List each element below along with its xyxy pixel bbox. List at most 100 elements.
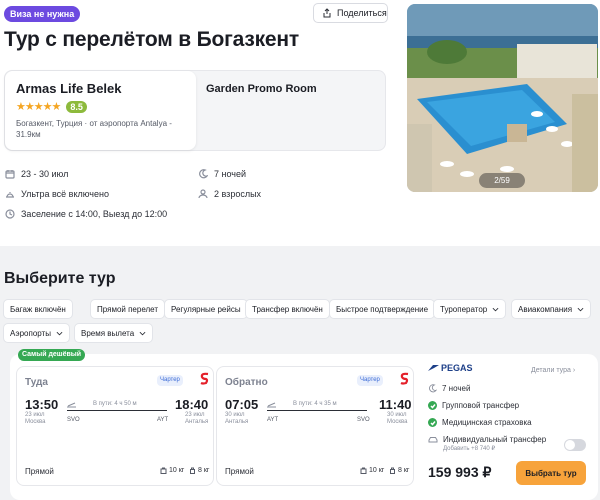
photo-counter: 2/59: [479, 173, 525, 188]
plane-takeoff-icon: [267, 402, 276, 408]
individual-transfer-option: Индивидуальный трансфер Добавить +8 740 …: [428, 435, 546, 452]
filter-label: Регулярные рейсы: [171, 304, 241, 314]
filter-fast-confirmation[interactable]: Быстрое подтверждение: [329, 299, 436, 319]
hand-luggage-weight: 8 кг: [198, 467, 210, 474]
hotel-card: Armas Life Belek ★★★★★ 8.5 Богазкент, Ту…: [4, 70, 386, 151]
departure-time: 07:05: [225, 397, 259, 412]
tour-details-link[interactable]: Детали тура ›: [531, 367, 575, 374]
flight-type: Прямой: [225, 467, 254, 476]
filter-airports[interactable]: Аэропорты: [3, 323, 70, 343]
offer-nights-text: 7 ночей: [442, 384, 471, 393]
feature-text: Медицинская страховка: [442, 418, 532, 427]
baggage-info: 10 кг: [360, 467, 384, 474]
nights-text: 7 ночей: [214, 169, 247, 179]
car-icon: [428, 437, 438, 443]
luggage-icon: [360, 467, 367, 474]
check-icon: [428, 401, 437, 410]
hand-luggage-weight: 8 кг: [398, 467, 410, 474]
departure-date: 30 июл: [225, 412, 245, 418]
tour-header-section: Виза не нужна Поделиться Тур с перелётом…: [0, 0, 600, 246]
arrival-date: 30 июл: [387, 412, 407, 418]
rating-badge: 8.5: [66, 100, 87, 113]
guests-info: 2 взрослых: [198, 189, 261, 199]
charter-badge: Чартер: [357, 375, 383, 386]
filter-label: Время вылета: [81, 328, 135, 338]
hotel-location-distance: 31.9км: [16, 130, 41, 139]
filter-regular-flights[interactable]: Регулярные рейсы: [164, 299, 248, 319]
arrival-airport: SVO: [357, 417, 370, 423]
filter-label: Багаж включён: [10, 304, 66, 314]
departure-time: 13:50: [25, 397, 59, 412]
arrival-city: Москва: [387, 419, 408, 425]
filter-label: Быстрое подтверждение: [336, 304, 429, 314]
flight-direction: Туда: [25, 377, 48, 388]
flight-direction: Обратно: [225, 377, 268, 388]
share-button[interactable]: Поделиться: [313, 3, 388, 23]
page-title: Тур с перелётом в Богазкент: [4, 28, 299, 51]
choose-tour-button[interactable]: Выбрать тур: [516, 461, 586, 485]
meal-text: Ультра всё включено: [21, 189, 109, 199]
meal-icon: [6, 192, 14, 198]
calendar-icon: [5, 170, 15, 179]
hand-luggage-icon: [390, 467, 395, 474]
filter-label: Аэропорты: [10, 328, 51, 338]
departure-city: Анталья: [225, 419, 249, 425]
charter-badge: Чартер: [157, 375, 183, 386]
chevron-right-icon: ›: [572, 367, 576, 374]
hand-luggage-info: 8 кг: [389, 467, 409, 474]
flight-duration: В пути: 4 ч 35 м: [293, 401, 337, 407]
filter-label: Авиакомпания: [518, 304, 573, 314]
tour-details-label: Детали тура: [531, 367, 571, 374]
tour-selection-section: Выберите тур Багаж включён Прямой переле…: [0, 246, 600, 500]
route-line: [67, 410, 167, 411]
checkin-text: Заселение с 14:00, Выезд до 12:00: [21, 209, 168, 219]
feature-insurance: Медицинская страховка: [428, 418, 532, 427]
baggage-weight: 10 кг: [369, 467, 385, 474]
individual-transfer-toggle[interactable]: [564, 439, 586, 451]
filter-airline[interactable]: Авиакомпания: [511, 299, 592, 319]
visa-badge: Виза не нужна: [4, 6, 81, 22]
filter-departure-time[interactable]: Время вылета: [74, 323, 154, 343]
share-label: Поделиться: [337, 8, 387, 18]
chevron-down-icon: [139, 331, 146, 335]
clock-icon: [5, 209, 15, 219]
dates-info: 23 - 30 июл: [5, 169, 68, 179]
hand-luggage-icon: [190, 467, 195, 474]
filter-tour-operator[interactable]: Туроператор: [433, 299, 507, 319]
arrival-date: 23 июл: [185, 412, 205, 418]
feature-text: Групповой трансфер: [442, 401, 520, 410]
cheapest-badge: Самый дешёвый: [18, 349, 86, 361]
departure-airport: SVO: [67, 417, 80, 423]
guests-text: 2 взрослых: [214, 189, 262, 199]
check-icon: [428, 418, 437, 427]
hotel-location: Богазкент, Турция · от аэропорта Antalya…: [16, 118, 185, 140]
departure-airport: AYT: [267, 417, 279, 423]
operator-name: PEGAS: [441, 363, 473, 373]
airline-logo-icon: [200, 372, 209, 385]
dates-text: 23 - 30 июл: [21, 169, 69, 179]
outbound-flight-card[interactable]: Туда Чартер 13:50 23 июл Москва В пути: …: [16, 366, 214, 486]
filter-transfer[interactable]: Трансфер включён: [245, 299, 330, 319]
flight-type: Прямой: [25, 467, 54, 476]
individual-transfer-label: Индивидуальный трансфер: [443, 435, 547, 444]
chevron-down-icon: [492, 307, 499, 311]
route-line: [267, 410, 367, 411]
inbound-flight-card[interactable]: Обратно Чартер 07:05 30 июл Анталья В пу…: [216, 366, 414, 486]
hotel-photo[interactable]: [407, 4, 598, 192]
pegas-wing-icon: [428, 365, 439, 371]
flight-duration: В пути: 4 ч 50 м: [93, 401, 137, 407]
hotel-name[interactable]: Armas Life Belek: [16, 81, 185, 96]
arrival-time: 18:40: [175, 397, 209, 412]
filter-label: Туроператор: [440, 304, 488, 314]
tour-price: 159 993 ₽: [428, 464, 492, 480]
arrival-city: Анталья: [185, 419, 209, 425]
hotel-location-line: Богазкент, Турция · от аэропорта Antalya…: [16, 119, 172, 128]
filter-direct-flight[interactable]: Прямой перелет: [90, 299, 166, 319]
filter-label: Прямой перелет: [97, 304, 159, 314]
luggage-icon: [160, 467, 167, 474]
hotel-photo-image: [407, 4, 598, 192]
moon-icon: [199, 169, 208, 179]
filter-baggage[interactable]: Багаж включён: [3, 299, 73, 319]
hotel-info[interactable]: Armas Life Belek ★★★★★ 8.5 Богазкент, Ту…: [5, 71, 196, 150]
moon-icon: [429, 384, 437, 393]
